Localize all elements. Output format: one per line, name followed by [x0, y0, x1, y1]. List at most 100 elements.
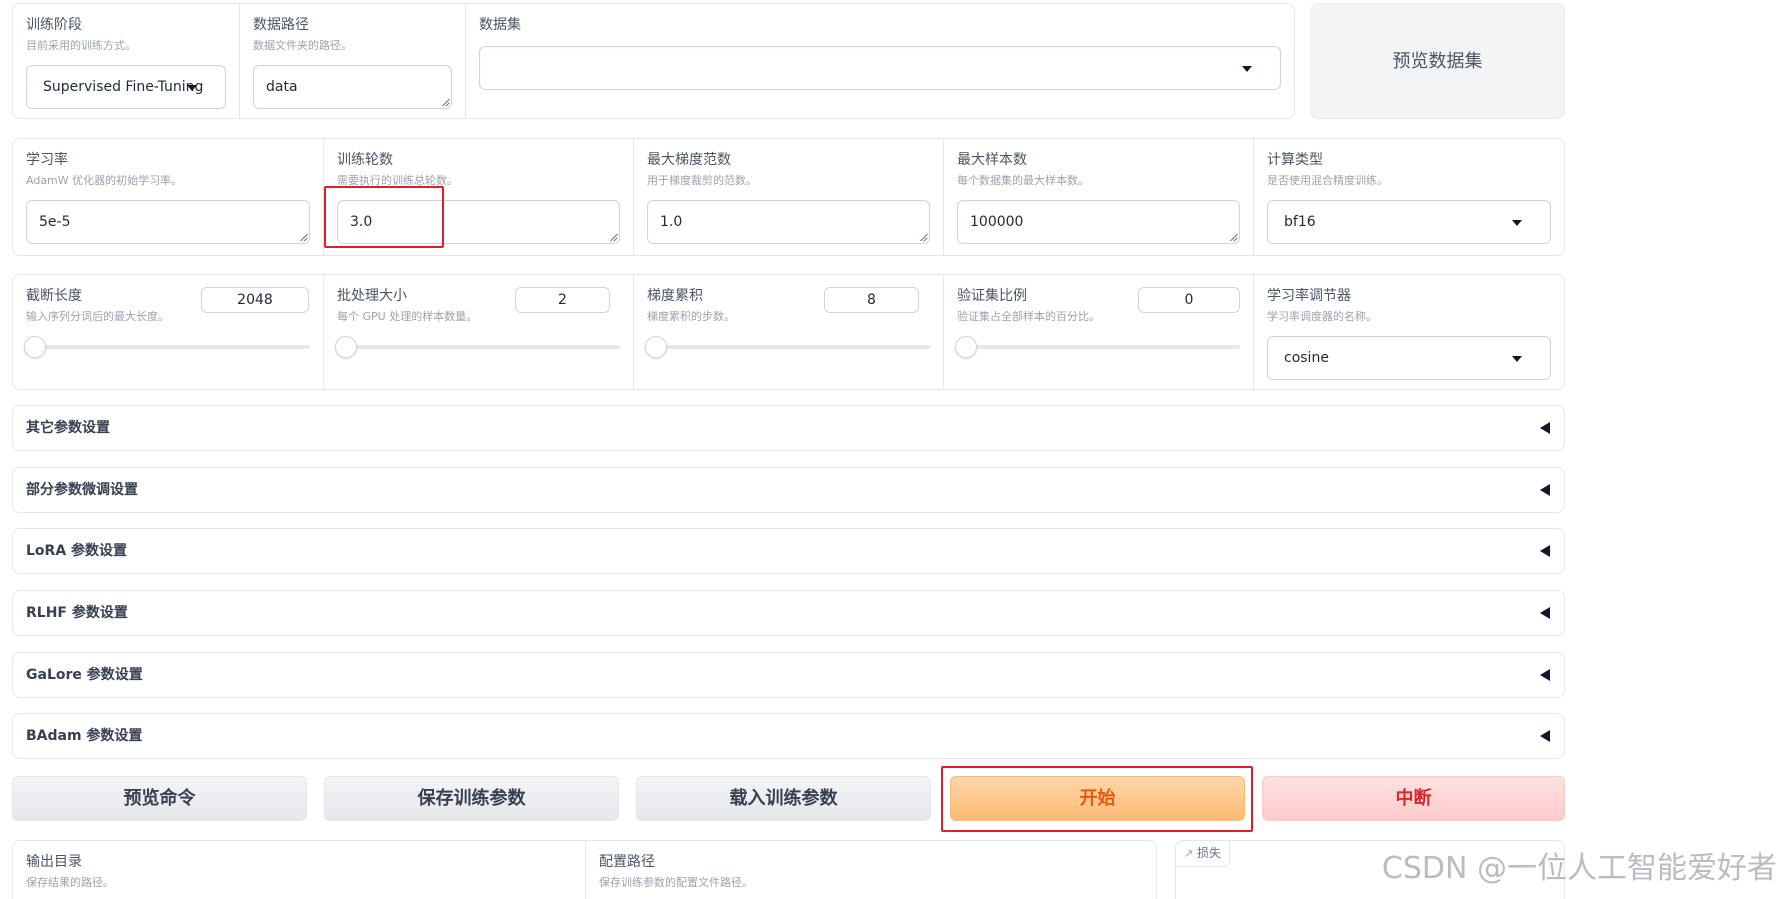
stage-info: 目前采用的训练方式。 [26, 39, 136, 52]
lr-scheduler-dropdown[interactable]: cosine [1267, 336, 1551, 380]
resize-handle-icon[interactable] [609, 233, 617, 241]
resize-handle-icon[interactable] [441, 98, 449, 106]
preview-command-button[interactable]: 预览命令 [12, 776, 307, 821]
chevron-down-icon [1512, 356, 1522, 362]
val-size-slider[interactable] [955, 336, 1240, 358]
triangle-left-icon [1540, 422, 1550, 434]
val-size-number[interactable]: 0 [1138, 287, 1240, 313]
max-grad-norm-info: 用于梯度裁剪的范数。 [647, 174, 757, 187]
chevron-down-icon [1512, 220, 1522, 226]
data-dir-block: 数据路径 数据文件夹的路径。 data [239, 4, 465, 118]
data-dir-value: data [266, 79, 298, 95]
data-dir-label: 数据路径 [253, 17, 309, 33]
chart-icon: ↗ [1184, 847, 1194, 860]
learning-rate-label: 学习率 [26, 152, 68, 168]
data-dir-info: 数据文件夹的路径。 [253, 39, 352, 52]
accordion-label: 其它参数设置 [26, 420, 110, 436]
load-args-label: 载入训练参数 [729, 788, 838, 809]
compute-type-info: 是否使用混合精度训练。 [1267, 174, 1388, 187]
cutoff-len-slider-thumb[interactable] [24, 336, 46, 358]
accordion-lora-settings[interactable]: LoRA 参数设置 [12, 528, 1565, 574]
compute-type-value: bf16 [1284, 214, 1316, 230]
grad-accum-slider[interactable] [645, 336, 930, 358]
accordion-label: GaLore 参数设置 [26, 667, 143, 683]
paths-panel: 输出目录 保存结果的路径。 配置路径 保存训练参数的配置文件路径。 [12, 840, 1157, 899]
learning-rate-input[interactable]: 5e-5 [26, 200, 310, 244]
preview-command-label: 预览命令 [123, 788, 196, 809]
learning-rate-info: AdamW 优化器的初始学习率。 [26, 174, 183, 187]
config-path-block: 配置路径 保存训练参数的配置文件路径。 [585, 841, 1156, 899]
row2-panel: 学习率 AdamW 优化器的初始学习率。 5e-5 训练轮数 需要执行的训练总轮… [12, 138, 1565, 256]
val-size-slider-thumb[interactable] [955, 336, 977, 358]
triangle-left-icon [1540, 545, 1550, 557]
chevron-down-icon [1242, 66, 1252, 72]
batch-size-number[interactable]: 2 [515, 287, 610, 313]
accordion-label: 部分参数微调设置 [26, 482, 138, 498]
accordion-other-settings[interactable]: 其它参数设置 [12, 405, 1565, 451]
grad-accum-slider-thumb[interactable] [645, 336, 667, 358]
start-button[interactable]: 开始 [950, 776, 1245, 821]
compute-type-block: 计算类型 是否使用混合精度训练。 bf16 [1253, 139, 1564, 255]
accordion-badam-settings[interactable]: BAdam 参数设置 [12, 713, 1565, 759]
save-args-label: 保存训练参数 [417, 788, 526, 809]
batch-size-slider-thumb[interactable] [335, 336, 357, 358]
accordion-rlhf-settings[interactable]: RLHF 参数设置 [12, 590, 1565, 636]
accordion-label: BAdam 参数设置 [26, 728, 143, 744]
max-grad-norm-label: 最大梯度范数 [647, 152, 731, 168]
max-grad-norm-input[interactable]: 1.0 [647, 200, 930, 244]
lr-scheduler-block: 学习率调节器 学习率调度器的名称。 cosine [1253, 275, 1564, 389]
preview-dataset-label: 预览数据集 [1392, 51, 1483, 72]
row1-panel: 训练阶段 目前采用的训练方式。 Supervised Fine-Tuning 数… [12, 3, 1295, 119]
max-grad-norm-value: 1.0 [660, 214, 683, 230]
abort-label: 中断 [1395, 788, 1432, 809]
triangle-left-icon [1540, 607, 1550, 619]
abort-button[interactable]: 中断 [1262, 776, 1565, 821]
resize-handle-icon[interactable] [919, 233, 927, 241]
epochs-value: 3.0 [350, 214, 373, 230]
loss-tab[interactable]: ↗ 损失 [1176, 841, 1231, 867]
max-samples-info: 每个数据集的最大样本数。 [957, 174, 1089, 187]
compute-type-dropdown[interactable]: bf16 [1267, 200, 1551, 244]
max-samples-value: 100000 [970, 214, 1024, 230]
save-args-button[interactable]: 保存训练参数 [324, 776, 619, 821]
learning-rate-block: 学习率 AdamW 优化器的初始学习率。 5e-5 [13, 139, 323, 255]
epochs-input[interactable]: 3.0 [337, 200, 620, 244]
output-dir-block: 输出目录 保存结果的路径。 [13, 841, 585, 899]
data-dir-input[interactable]: data [253, 65, 452, 109]
accordion-galore-settings[interactable]: GaLore 参数设置 [12, 652, 1565, 698]
cutoff-len-number[interactable]: 2048 [201, 287, 309, 313]
compute-type-label: 计算类型 [1267, 152, 1323, 168]
preview-dataset-button[interactable]: 预览数据集 [1310, 3, 1565, 119]
accordion-label: LoRA 参数设置 [26, 543, 128, 559]
lr-scheduler-info: 学习率调度器的名称。 [1267, 310, 1377, 323]
chevron-down-icon [187, 85, 197, 91]
accordion-label: RLHF 参数设置 [26, 605, 128, 621]
stage-dropdown[interactable]: Supervised Fine-Tuning [26, 65, 226, 109]
max-grad-norm-block: 最大梯度范数 用于梯度裁剪的范数。 1.0 [633, 139, 943, 255]
dataset-label: 数据集 [479, 17, 521, 33]
triangle-left-icon [1540, 484, 1550, 496]
max-samples-block: 最大样本数 每个数据集的最大样本数。 100000 [943, 139, 1253, 255]
triangle-left-icon [1540, 730, 1550, 742]
resize-handle-icon[interactable] [299, 233, 307, 241]
start-label: 开始 [1079, 788, 1116, 809]
resize-handle-icon[interactable] [1229, 233, 1237, 241]
output-dir-label: 输出目录 [26, 854, 82, 870]
max-samples-label: 最大样本数 [957, 152, 1027, 168]
loss-tab-label: 损失 [1197, 846, 1222, 860]
val-size-block: 验证集比例 验证集占全部样本的百分比。 0 [943, 275, 1253, 389]
dataset-dropdown[interactable] [479, 46, 1281, 90]
grad-accum-number[interactable]: 8 [824, 287, 919, 313]
grad-accum-block: 梯度累积 梯度累积的步数。 8 [633, 275, 943, 389]
watermark: CSDN @一位人工智能爱好者 [1381, 851, 1777, 886]
config-path-info: 保存训练参数的配置文件路径。 [599, 876, 753, 889]
stage-value: Supervised Fine-Tuning [43, 79, 204, 95]
max-samples-input[interactable]: 100000 [957, 200, 1240, 244]
cutoff-len-slider[interactable] [24, 336, 310, 358]
epochs-block: 训练轮数 需要执行的训练总轮数。 3.0 [323, 139, 633, 255]
lr-scheduler-value: cosine [1284, 350, 1329, 366]
batch-size-slider[interactable] [335, 336, 620, 358]
accordion-freeze-settings[interactable]: 部分参数微调设置 [12, 467, 1565, 513]
output-dir-info: 保存结果的路径。 [26, 876, 114, 889]
load-args-button[interactable]: 载入训练参数 [636, 776, 931, 821]
